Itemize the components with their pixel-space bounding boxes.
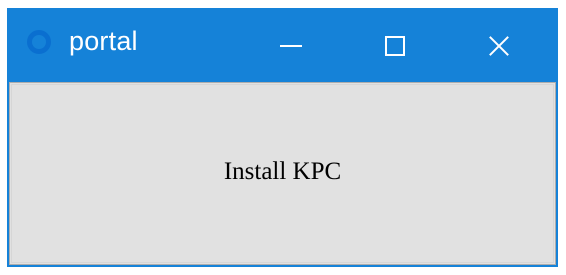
minimize-icon xyxy=(280,45,302,47)
window-title: portal xyxy=(69,26,138,56)
close-icon xyxy=(488,35,510,57)
install-kpc-label: Install KPC xyxy=(223,158,342,185)
close-button[interactable] xyxy=(471,8,529,82)
maximize-icon xyxy=(385,36,405,56)
install-kpc-button[interactable]: Install KPC xyxy=(9,82,556,265)
maximize-button[interactable] xyxy=(367,8,425,82)
app-window: portal Install KPC xyxy=(7,8,558,267)
minimize-button[interactable] xyxy=(263,8,321,82)
title-bar[interactable]: portal xyxy=(7,8,558,82)
app-ring-icon xyxy=(27,30,51,54)
